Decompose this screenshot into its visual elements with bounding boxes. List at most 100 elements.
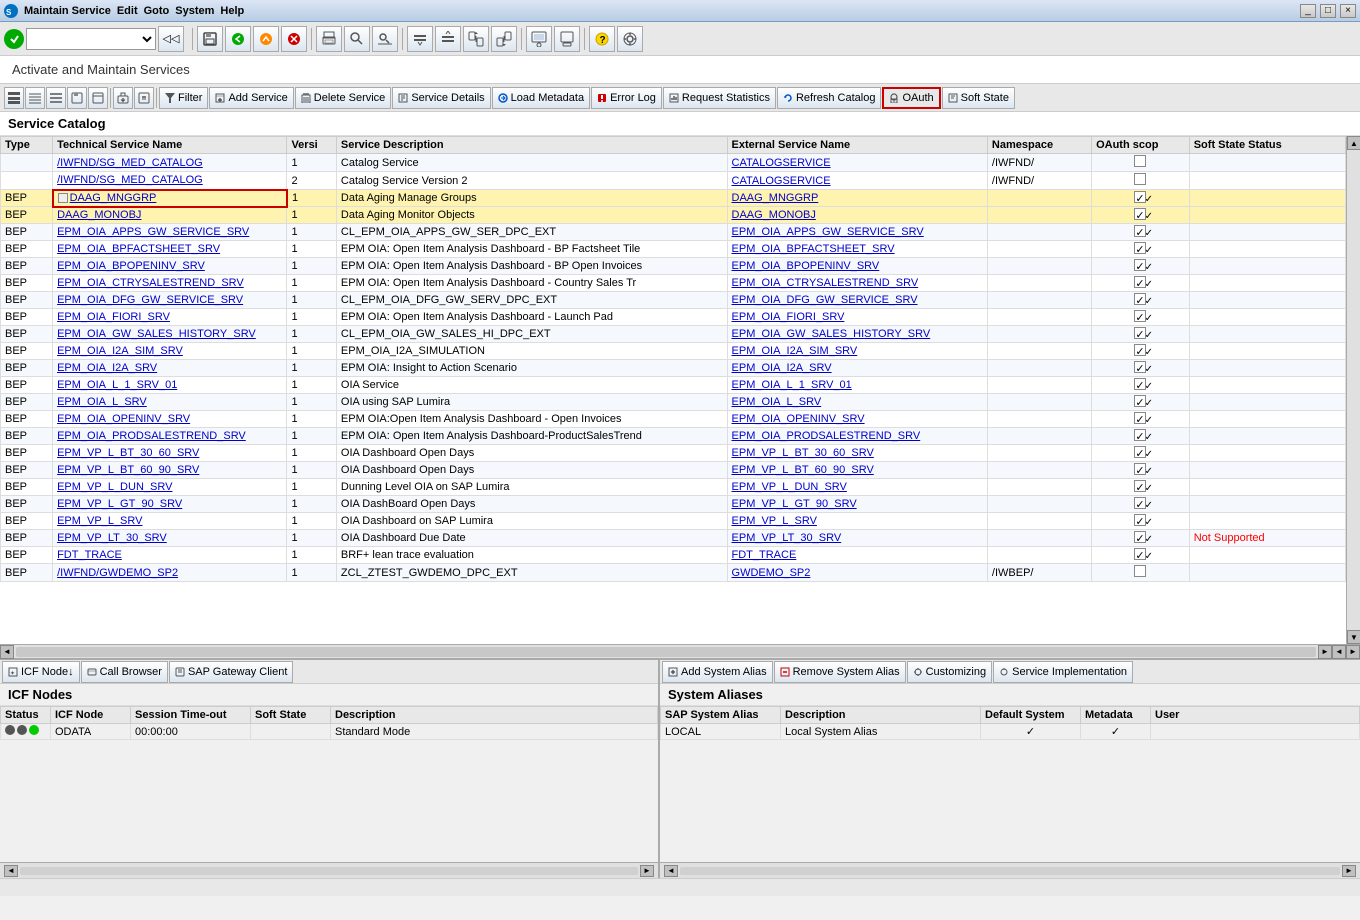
scroll-up-btn[interactable]: ▲ [1347, 136, 1360, 150]
icf-scroll-left[interactable]: ◄ [4, 865, 18, 877]
cell-oauth-23[interactable]: ✓ [1092, 547, 1190, 564]
alias-scroll-bar[interactable] [680, 867, 1340, 875]
help-btn[interactable]: ? [589, 26, 615, 52]
expand-btn[interactable] [407, 26, 433, 52]
menu-item-help[interactable]: Help [220, 5, 244, 17]
catalog-row-8[interactable]: BEPEPM_OIA_DFG_GW_SERVICE_SRV1CL_EPM_OIA… [1, 292, 1346, 309]
cell-ext-12[interactable]: EPM_OIA_I2A_SRV [727, 360, 987, 377]
cell-oauth-10[interactable]: ✓ [1092, 326, 1190, 343]
menu-item-edit[interactable]: Edit [117, 5, 138, 17]
catalog-row-1[interactable]: /IWFND/SG_MED_CATALOG2Catalog Service Ve… [1, 172, 1346, 190]
horizontal-scrollbar[interactable]: ◄ ► ◄ ► [0, 644, 1360, 658]
icf-scroll-right[interactable]: ► [640, 865, 654, 877]
oauth-checkbox-23[interactable]: ✓ [1134, 548, 1146, 560]
prev-btn[interactable] [225, 26, 251, 52]
service-impl-btn[interactable]: Service Implementation [993, 661, 1133, 683]
oauth-checkbox-2[interactable]: ✓ [1134, 191, 1146, 203]
cell-ext-20[interactable]: EPM_VP_L_GT_90_SRV [727, 496, 987, 513]
transfer-down-btn[interactable] [491, 26, 517, 52]
icf-table-row[interactable]: ODATA 00:00:00 Standard Mode [1, 724, 658, 740]
export-btn[interactable] [113, 87, 133, 109]
soft-state-btn[interactable]: Soft State [942, 87, 1015, 109]
cell-tech-15[interactable]: EPM_OIA_OPENINV_SRV [53, 411, 287, 428]
catalog-row-22[interactable]: BEPEPM_VP_LT_30_SRV1OIA Dashboard Due Da… [1, 530, 1346, 547]
filter-btn[interactable]: Filter [159, 87, 208, 109]
import-btn[interactable] [134, 87, 154, 109]
collapse-btn[interactable] [435, 26, 461, 52]
cell-tech-5[interactable]: EPM_OIA_BPFACTSHEET_SRV [53, 241, 287, 258]
local-layout-btn[interactable] [526, 26, 552, 52]
cell-oauth-1[interactable] [1092, 172, 1190, 190]
view-toggle-btn[interactable] [4, 87, 24, 109]
oauth-checkbox-0[interactable] [1134, 155, 1146, 167]
service-details-btn[interactable]: Service Details [392, 87, 490, 109]
catalog-row-17[interactable]: BEPEPM_VP_L_BT_30_60_SRV1OIA Dashboard O… [1, 445, 1346, 462]
save-btn[interactable] [197, 26, 223, 52]
request-stats-btn[interactable]: Request Statistics [663, 87, 776, 109]
cell-tech-16[interactable]: EPM_OIA_PRODSALESTREND_SRV [53, 428, 287, 445]
oauth-checkbox-18[interactable]: ✓ [1134, 463, 1146, 475]
catalog-row-4[interactable]: BEPEPM_OIA_APPS_GW_SERVICE_SRV1CL_EPM_OI… [1, 224, 1346, 241]
cell-ext-24[interactable]: GWDEMO_SP2 [727, 564, 987, 582]
cell-oauth-8[interactable]: ✓ [1092, 292, 1190, 309]
oauth-checkbox-9[interactable]: ✓ [1134, 310, 1146, 322]
load-metadata-btn[interactable]: Load Metadata [492, 87, 590, 109]
cell-ext-3[interactable]: DAAG_MONOBJ [727, 207, 987, 224]
cell-tech-18[interactable]: EPM_VP_L_BT_60_90_SRV [53, 462, 287, 479]
page-down-btn[interactable]: ► [1346, 645, 1360, 659]
oauth-checkbox-8[interactable]: ✓ [1134, 293, 1146, 305]
minimize-button[interactable]: _ [1300, 4, 1316, 18]
cell-tech-14[interactable]: EPM_OIA_L_SRV [53, 394, 287, 411]
refresh-catalog-btn[interactable]: Refresh Catalog [777, 87, 882, 109]
cell-oauth-4[interactable]: ✓ [1092, 224, 1190, 241]
oauth-checkbox-15[interactable]: ✓ [1134, 412, 1146, 424]
cell-tech-4[interactable]: EPM_OIA_APPS_GW_SERVICE_SRV [53, 224, 287, 241]
cell-tech-23[interactable]: FDT_TRACE [53, 547, 287, 564]
cell-ext-14[interactable]: EPM_OIA_L_SRV [727, 394, 987, 411]
customizing-btn[interactable]: Customizing [907, 661, 993, 683]
cell-ext-15[interactable]: EPM_OIA_OPENINV_SRV [727, 411, 987, 428]
cell-ext-17[interactable]: EPM_VP_L_BT_30_60_SRV [727, 445, 987, 462]
cell-ext-23[interactable]: FDT_TRACE [727, 547, 987, 564]
oauth-checkbox-17[interactable]: ✓ [1134, 446, 1146, 458]
cell-tech-12[interactable]: EPM_OIA_I2A_SRV [53, 360, 287, 377]
icf-scroll-bar[interactable] [20, 867, 638, 875]
save-layout-btn[interactable] [67, 87, 87, 109]
list-view2-btn[interactable] [46, 87, 66, 109]
alias-scroll-right[interactable]: ► [1342, 865, 1356, 877]
scroll-left-btn[interactable]: ◄ [0, 645, 14, 659]
cell-ext-18[interactable]: EPM_VP_L_BT_60_90_SRV [727, 462, 987, 479]
catalog-row-16[interactable]: BEPEPM_OIA_PRODSALESTREND_SRV1EPM OIA: O… [1, 428, 1346, 445]
cell-tech-10[interactable]: EPM_OIA_GW_SALES_HISTORY_SRV [53, 326, 287, 343]
cell-tech-3[interactable]: DAAG_MONOBJ [53, 207, 287, 224]
h-scroll-thumb[interactable] [16, 647, 1316, 657]
oauth-checkbox-16[interactable]: ✓ [1134, 429, 1146, 441]
cell-oauth-5[interactable]: ✓ [1092, 241, 1190, 258]
print-btn[interactable] [316, 26, 342, 52]
cell-tech-13[interactable]: EPM_OIA_L_1_SRV_01 [53, 377, 287, 394]
oauth-checkbox-19[interactable]: ✓ [1134, 480, 1146, 492]
oauth-checkbox-5[interactable]: ✓ [1134, 242, 1146, 254]
go-back-btn[interactable]: ◁◁ [158, 26, 184, 52]
cell-ext-5[interactable]: EPM_OIA_BPFACTSHEET_SRV [727, 241, 987, 258]
cancel-btn[interactable] [281, 26, 307, 52]
up-btn[interactable] [253, 26, 279, 52]
oauth-checkbox-13[interactable]: ✓ [1134, 378, 1146, 390]
cell-ext-11[interactable]: EPM_OIA_I2A_SIM_SRV [727, 343, 987, 360]
cell-tech-17[interactable]: EPM_VP_L_BT_30_60_SRV [53, 445, 287, 462]
sap-gateway-btn[interactable]: SAP Gateway Client [169, 661, 293, 683]
cell-tech-24[interactable]: /IWFND/GWDEMO_SP2 [53, 564, 287, 582]
cell-ext-22[interactable]: EPM_VP_LT_30_SRV [727, 530, 987, 547]
oauth-btn[interactable]: OAuth [882, 87, 940, 109]
cell-ext-9[interactable]: EPM_OIA_FIORI_SRV [727, 309, 987, 326]
vertical-scrollbar[interactable]: ▲ ▼ [1346, 136, 1360, 644]
cell-ext-16[interactable]: EPM_OIA_PRODSALESTREND_SRV [727, 428, 987, 445]
oauth-checkbox-22[interactable]: ✓ [1134, 531, 1146, 543]
oauth-checkbox-24[interactable] [1134, 565, 1146, 577]
oauth-checkbox-7[interactable]: ✓ [1134, 276, 1146, 288]
remove-alias-btn[interactable]: Remove System Alias [774, 661, 906, 683]
oauth-checkbox-21[interactable]: ✓ [1134, 514, 1146, 526]
catalog-row-23[interactable]: BEPFDT_TRACE1BRF+ lean trace evaluationF… [1, 547, 1346, 564]
catalog-row-19[interactable]: BEPEPM_VP_L_DUN_SRV1Dunning Level OIA on… [1, 479, 1346, 496]
catalog-row-13[interactable]: BEPEPM_OIA_L_1_SRV_011OIA ServiceEPM_OIA… [1, 377, 1346, 394]
